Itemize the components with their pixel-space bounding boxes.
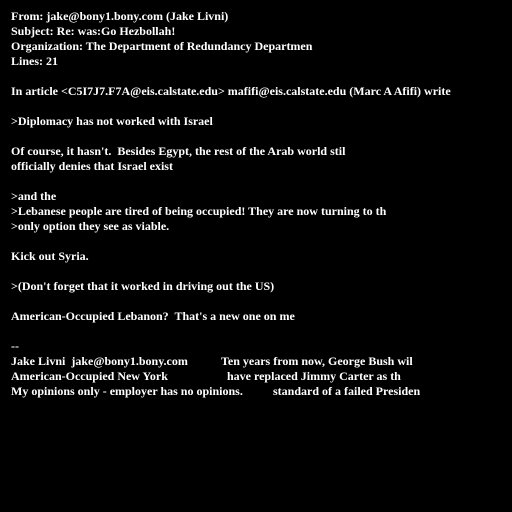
attribution-line: In article <C5I7J7.F7A@eis.calstate.edu>… <box>11 84 451 98</box>
quoted-text: >only option they see as viable. <box>11 219 170 233</box>
reply-text: Kick out Syria. <box>11 249 89 263</box>
reply-text: officially denies that Israel exist <box>11 159 173 173</box>
header-from: From: jake@bony1.bony.com (Jake Livni) <box>11 9 229 23</box>
usenet-post: From: jake@bony1.bony.com (Jake Livni) S… <box>11 9 506 399</box>
signature-row: American-Occupied New York have replaced… <box>11 369 506 384</box>
reply-text: American-Occupied Lebanon? That's a new … <box>11 309 295 323</box>
signature-separator: -- <box>11 339 19 353</box>
header-subject: Subject: Re: was:Go Hezbollah! <box>11 24 176 38</box>
signature-right: Ten years from now, George Bush wil <box>221 354 413 368</box>
header-lines: Lines: 21 <box>11 54 59 68</box>
signature-right: have replaced Jimmy Carter as th <box>227 369 401 383</box>
signature-left: My opinions only - employer has no opini… <box>11 384 243 398</box>
reply-text: Of course, it hasn't. Besides Egypt, the… <box>11 144 346 158</box>
quoted-text: >and the <box>11 189 57 203</box>
quoted-text: >(Don't forget that it worked in driving… <box>11 279 275 293</box>
signature-left: American-Occupied New York <box>11 369 168 383</box>
signature-left: Jake Livni jake@bony1.bony.com <box>11 354 188 368</box>
signature-right: standard of a failed Presiden <box>273 384 421 398</box>
signature-row: My opinions only - employer has no opini… <box>11 384 506 399</box>
header-organization: Organization: The Department of Redundan… <box>11 39 313 53</box>
quoted-text: >Diplomacy has not worked with Israel <box>11 114 213 128</box>
quoted-text: >Lebanese people are tired of being occu… <box>11 204 387 218</box>
signature-row: Jake Livni jake@bony1.bony.com Ten years… <box>11 354 506 369</box>
